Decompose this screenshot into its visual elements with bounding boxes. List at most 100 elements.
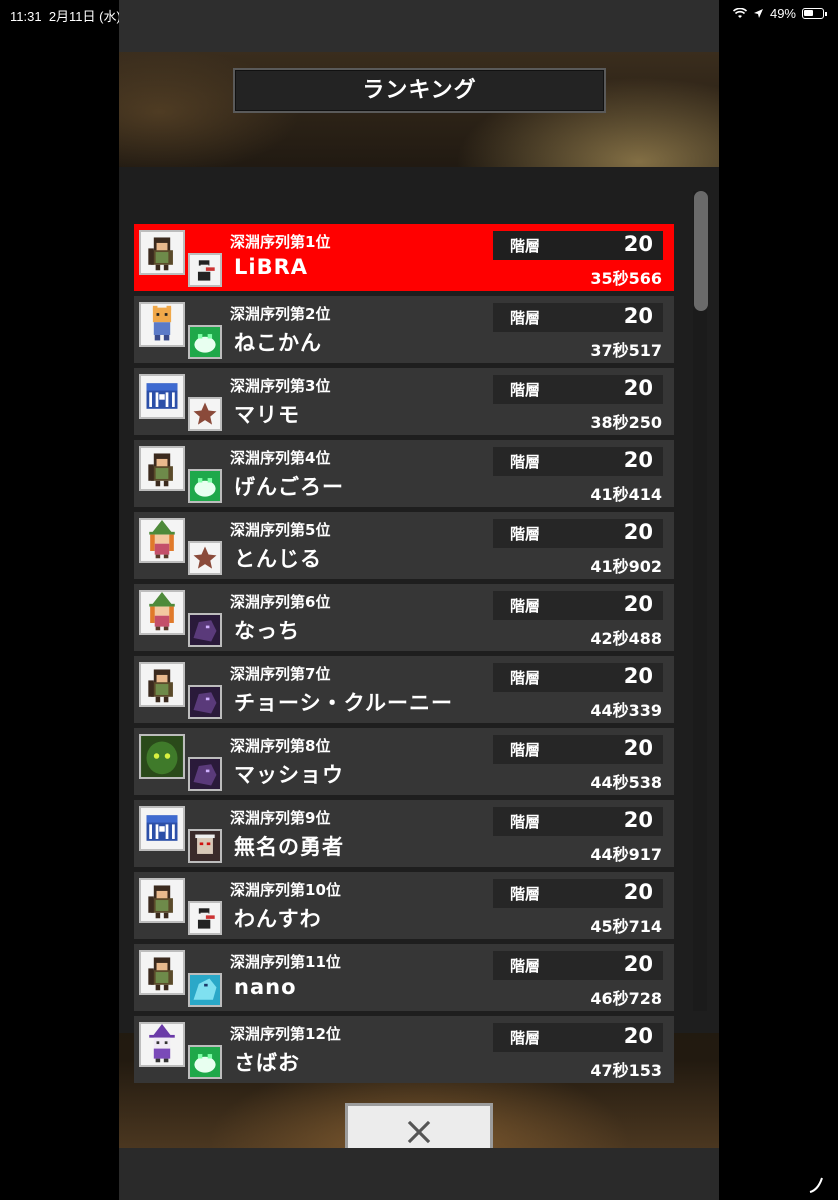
letterbox-right xyxy=(719,26,838,1200)
clear-time: 35秒566 xyxy=(590,269,662,288)
floor-label: 階層 xyxy=(510,741,541,759)
ranking-row[interactable]: 深淵序列第4位げんごろー 階層 20 41秒414 xyxy=(134,440,674,507)
game-screen: ランキング 深淵序列第1位 LiBRA 階層 20 35秒566 深淵序列第2位 ねこかん階… xyxy=(119,0,719,1200)
clear-time: 45秒714 xyxy=(590,917,662,936)
player-avatar-icon xyxy=(139,230,185,275)
player-avatar-icon xyxy=(139,302,185,347)
floor-value: 20 xyxy=(623,808,653,832)
floor-box: 階層 20 xyxy=(493,591,663,620)
letterbox-left xyxy=(0,26,119,1200)
player-name: nano xyxy=(234,975,297,999)
floor-label: 階層 xyxy=(510,381,541,399)
floor-value: 20 xyxy=(623,664,653,688)
player-name: 無名の勇者 xyxy=(234,835,344,859)
location-arrow-icon xyxy=(753,9,763,18)
status-indicators: 49% xyxy=(732,6,827,21)
floor-label: 階層 xyxy=(510,669,541,687)
floor-label: 階層 xyxy=(510,525,541,543)
ranking-row[interactable]: 深淵序列第6位 なっち 階層 20 42秒488 xyxy=(134,584,674,651)
player-name: げんごろー xyxy=(234,475,344,499)
ranking-row[interactable]: 深淵序列第8位マッショウ 階層 20 44秒538 xyxy=(134,728,674,795)
clear-time: 47秒153 xyxy=(590,1061,662,1080)
rank-label: 深淵序列第4位 xyxy=(230,449,331,467)
clear-time: 44秒538 xyxy=(590,773,662,792)
player-avatar-icon xyxy=(139,734,185,779)
floor-box: 階層 20 xyxy=(493,735,663,764)
rank-label: 深淵序列第6位 xyxy=(230,593,331,611)
companion-icon xyxy=(188,469,222,503)
status-date: 2月11日 (水) xyxy=(48,9,121,24)
floor-box: 階層 20 xyxy=(493,519,663,548)
floor-label: 階層 xyxy=(510,957,541,975)
rank-label: 深淵序列第10位 xyxy=(230,881,341,899)
ranking-row[interactable]: 深淵序列第10位 わんすわ 階層 20 45秒714 xyxy=(134,872,674,939)
player-avatar-icon xyxy=(139,806,185,851)
companion-icon xyxy=(188,253,222,287)
companion-icon xyxy=(188,973,222,1007)
floor-label: 階層 xyxy=(510,597,541,615)
player-name: ねこかん xyxy=(234,331,322,355)
clear-time: 41秒902 xyxy=(590,557,662,576)
clear-time: 41秒414 xyxy=(590,485,662,504)
player-avatar-icon xyxy=(139,878,185,923)
ranking-row[interactable]: 深淵序列第3位 マリモ 階層 20 38秒250 xyxy=(134,368,674,435)
ranking-row[interactable]: 深淵序列第1位 LiBRA 階層 20 35秒566 xyxy=(134,224,674,291)
floor-value: 20 xyxy=(623,1024,653,1048)
scrollbar-thumb[interactable] xyxy=(694,191,708,311)
rank-label: 深淵序列第8位 xyxy=(230,737,331,755)
floor-box: 階層 20 xyxy=(493,1023,663,1052)
scrollbar-track[interactable] xyxy=(693,191,707,1011)
companion-icon xyxy=(188,325,222,359)
floor-label: 階層 xyxy=(510,1029,541,1047)
player-avatar-icon xyxy=(139,374,185,419)
rank-label: 深淵序列第2位 xyxy=(230,305,331,323)
floor-value: 20 xyxy=(623,304,653,328)
floor-value: 20 xyxy=(623,520,653,544)
player-avatar-icon xyxy=(139,518,185,563)
rank-label: 深淵序列第1位 xyxy=(230,233,331,251)
player-name: さばお xyxy=(234,1051,300,1075)
player-avatar-icon xyxy=(139,950,185,995)
companion-icon xyxy=(188,397,222,431)
floor-value: 20 xyxy=(623,880,653,904)
player-name: マリモ xyxy=(234,403,300,427)
ranking-title: ランキング xyxy=(233,68,606,113)
companion-icon xyxy=(188,1045,222,1079)
companion-icon xyxy=(188,541,222,575)
floor-box: 階層 20 xyxy=(493,447,663,476)
ranking-row[interactable]: 深淵序列第12位さばお 階層 20 47秒153 xyxy=(134,1016,674,1083)
rank-label: 深淵序列第11位 xyxy=(230,953,341,971)
rank-label: 深淵序列第12位 xyxy=(230,1025,341,1043)
ranking-row[interactable]: 深淵序列第5位 とんじる 階層 20 41秒902 xyxy=(134,512,674,579)
clear-time: 44秒917 xyxy=(590,845,662,864)
game-top-bar xyxy=(119,0,719,52)
floor-box: 階層 20 xyxy=(493,879,663,908)
ranking-row[interactable]: 深淵序列第11位 nano 階層 20 46秒728 xyxy=(134,944,674,1011)
clear-time: 37秒517 xyxy=(590,341,662,360)
ranking-list[interactable]: 深淵序列第1位 LiBRA 階層 20 35秒566 深淵序列第2位 ねこかん 階層 20 37秒… xyxy=(119,167,719,1083)
battery-percent: 49% xyxy=(769,6,796,21)
floor-label: 階層 xyxy=(510,453,541,471)
companion-icon xyxy=(188,685,222,719)
game-bottom-bar xyxy=(119,1148,719,1200)
ranking-row[interactable]: 深淵序列第9位 無名の勇者 階層 20 44秒917 xyxy=(134,800,674,867)
floor-label: 階層 xyxy=(510,309,541,327)
ranking-row[interactable]: 深淵序列第2位ねこかん 階層 20 37秒517 xyxy=(134,296,674,363)
companion-icon xyxy=(188,829,222,863)
clear-time: 44秒339 xyxy=(590,701,662,720)
player-avatar-icon xyxy=(139,590,185,635)
player-name: マッショウ xyxy=(234,763,344,787)
floor-label: 階層 xyxy=(510,885,541,903)
ranking-row[interactable]: 深淵序列第7位 チョーシ・クルーニー 階層 20 44秒339 xyxy=(134,656,674,723)
player-name: LiBRA xyxy=(234,255,309,279)
player-name: とんじる xyxy=(234,547,322,571)
companion-icon xyxy=(188,757,222,791)
floor-value: 20 xyxy=(623,448,653,472)
ranking-scene: ランキング 深淵序列第1位 LiBRA 階層 20 35秒566 深淵序列第2位 ねこかん階… xyxy=(119,52,719,1161)
rank-label: 深淵序列第3位 xyxy=(230,377,331,395)
player-name: チョーシ・クルーニー xyxy=(234,691,453,715)
player-avatar-icon xyxy=(139,1022,185,1067)
floor-box: 階層 20 xyxy=(493,807,663,836)
floor-box: 階層 20 xyxy=(493,375,663,404)
floor-box: 階層 20 xyxy=(493,663,663,692)
